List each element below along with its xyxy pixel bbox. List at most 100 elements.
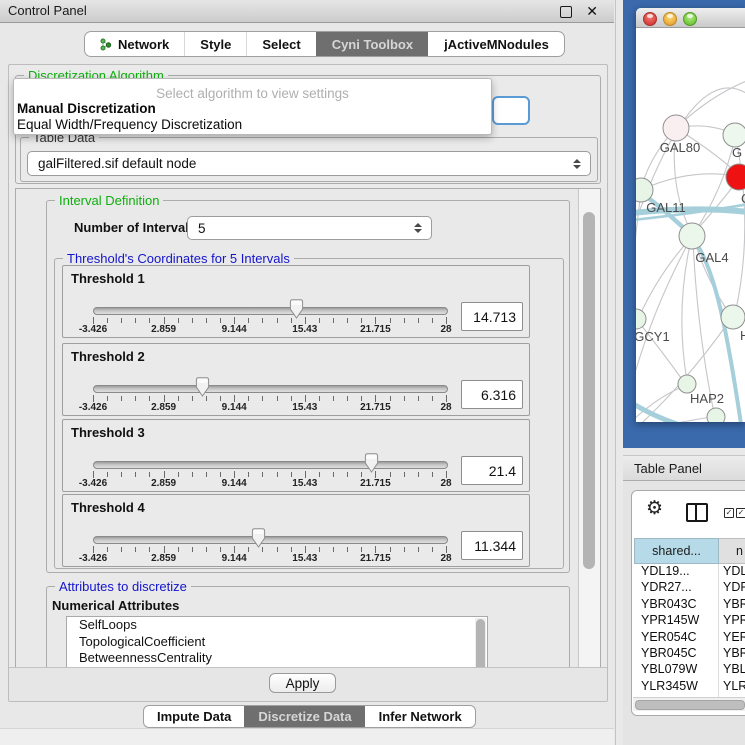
table-row[interactable]: YBL079WYBL0 [634,662,745,678]
table-row[interactable]: YBR043CYBR0 [634,597,745,613]
slider-track[interactable] [93,461,448,469]
threshold-1-value-field[interactable] [461,302,523,331]
network-node-h[interactable] [721,305,745,329]
network-node-label: H [740,328,745,343]
network-node-gal4[interactable] [679,223,705,249]
threshold-2-slider[interactable]: -3.4262.8599.14415.4321.71528 [93,372,446,416]
network-node-gcy1[interactable] [636,309,646,329]
gear-icon[interactable]: ⚙ [646,499,663,519]
slider-tick [135,547,136,552]
slider-tick [262,318,263,323]
attribute-item-betweennesscentrality[interactable]: BetweennessCentrality [67,650,487,667]
table-row[interactable]: YPR145WYPR1 [634,613,745,629]
slider-track[interactable] [93,385,448,393]
table-row[interactable]: YDR27...YDR2 [634,580,745,596]
cell-name: YER0 [719,630,745,646]
network-icon [100,38,112,51]
table-row[interactable]: YBR045CYBR0 [634,646,745,662]
slider-tick [121,547,122,552]
table-data-combobox[interactable]: galFiltered.sif default node [27,151,591,176]
slider-tick [149,472,150,477]
checkbox-icon[interactable]: ✓ [724,508,734,518]
slider-tick [361,396,362,401]
slider-scale-label: 2.859 [151,402,176,413]
checkbox-icon[interactable]: ✓ [736,508,745,518]
number-of-intervals-combobox[interactable]: 5 [187,216,432,240]
table-row[interactable]: YER054CYER0 [634,630,745,646]
column-header-shared[interactable]: shared... [634,538,719,564]
float-icon[interactable] [560,6,572,18]
network-node-c[interactable] [726,164,745,190]
close-icon[interactable]: ✕ [586,3,598,20]
apply-strip: Apply [9,667,607,701]
tab-impute-data[interactable]: Impute Data [144,706,244,727]
slider-thumb[interactable] [195,377,210,397]
slider-tick [375,546,376,553]
tab-style[interactable]: Style [184,32,246,56]
algorithm-combobox-focus-fragment[interactable] [492,96,530,125]
slider-tick [277,396,278,401]
slider-tick [446,317,447,324]
slider-tick [206,547,207,552]
window-minimize-button[interactable] [663,12,677,26]
slider-thumb[interactable] [364,453,379,473]
threshold-4-value-field[interactable] [461,531,523,560]
cell-name: YDR2 [719,580,745,596]
network-edge[interactable] [682,240,691,381]
cell-shared-name: YLR345W [634,679,719,695]
slider-tick [178,318,179,323]
tab-select[interactable]: Select [246,32,315,56]
table-panel-title: Table Panel [634,461,702,476]
attribute-item-selfloops[interactable]: SelfLoops [67,617,487,634]
network-edge[interactable] [636,192,641,420]
column-header-name[interactable]: n [719,538,745,564]
slider-tick [319,318,320,323]
network-node-gal80[interactable] [663,115,689,141]
threshold-4-slider[interactable]: -3.4262.8599.14415.4321.71528 [93,523,446,567]
split-view-icon[interactable] [686,503,708,522]
tab-jactivemnodules[interactable]: jActiveMNodules [428,32,564,56]
list-scrollbar[interactable] [475,618,486,670]
cell-name: YBR0 [719,646,745,662]
network-canvas[interactable]: GAL80GCGAL11GAL4GCY1HHAP2 [636,28,745,422]
dropdown-option-equal-width-frequency[interactable]: Equal Width/Frequency Discretization [17,117,242,132]
threshold-2-value-field[interactable] [461,380,523,409]
cell-name: YBR0 [719,597,745,613]
threshold-1-slider[interactable]: -3.4262.8599.14415.4321.71528 [93,294,446,338]
threshold-3-value-field[interactable] [461,456,523,485]
tab-cyni-toolbox[interactable]: Cyni Toolbox [316,32,428,56]
slider-tick [361,472,362,477]
dropdown-option-manual-discretization[interactable]: Manual Discretization [17,101,156,116]
settings-vertical-scrollbar[interactable] [578,189,600,669]
numerical-attributes-list[interactable]: SelfLoopsTopologicalCoefficientBetweenne… [66,616,488,670]
network-node[interactable] [707,408,725,422]
slider-scale-label: 28 [440,553,451,564]
slider-scale-label: 9.144 [222,402,247,413]
cell-shared-name: YBR043C [634,597,719,613]
window-zoom-button[interactable] [683,12,697,26]
apply-button[interactable]: Apply [269,673,336,693]
window-close-button[interactable] [643,12,657,26]
network-node-label: GAL11 [646,200,686,215]
slider-tick [192,547,193,552]
slider-tick [347,318,348,323]
tab-discretize-data[interactable]: Discretize Data [244,706,364,727]
slider-tick [277,547,278,552]
table-row[interactable]: YLR345WYLR3 [634,679,745,695]
table-row[interactable]: YDL19...YDL1 [634,564,745,580]
tab-network[interactable]: Network [85,32,184,56]
threshold-3-slider[interactable]: -3.4262.8599.14415.4321.71528 [93,448,446,492]
tab-label: Cyni Toolbox [332,37,413,52]
tab-infer-network[interactable]: Infer Network [365,706,475,727]
scrollbar-thumb[interactable] [635,700,745,710]
slider-track[interactable] [93,307,448,315]
attribute-item-topologicalcoefficient[interactable]: TopologicalCoefficient [67,634,487,651]
network-node-g[interactable] [723,123,745,147]
slider-track[interactable] [93,536,448,544]
slider-thumb[interactable] [251,528,266,548]
slider-tick [432,396,433,401]
slider-thumb[interactable] [289,299,304,319]
slider-tick [135,472,136,477]
table-panel-body: ⚙ ✓ ✓ shared... n YDL19...YDL1YDR27...YD… [623,481,745,745]
table-horizontal-scrollbar[interactable] [633,697,745,711]
